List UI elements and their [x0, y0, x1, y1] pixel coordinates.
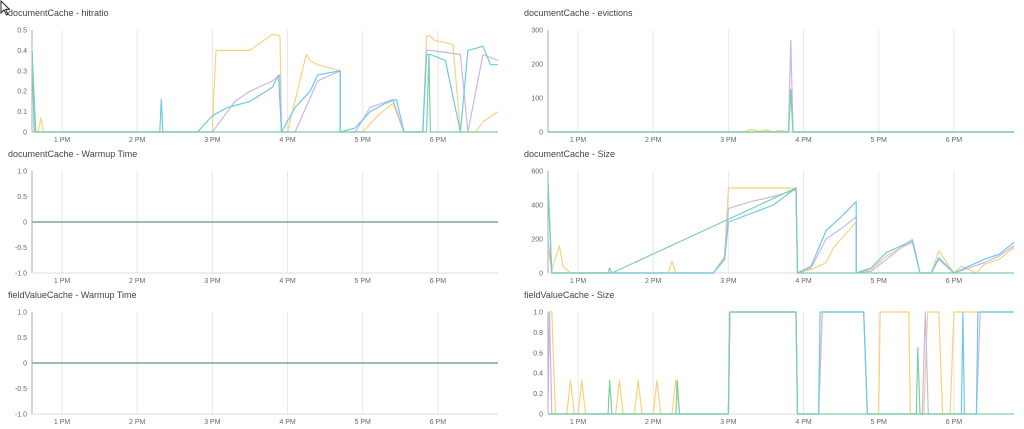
- series-line-cyan: [548, 90, 1014, 133]
- panel-title: fieldValueCache - Size: [524, 290, 615, 300]
- y-tick-label: 0.6: [533, 350, 543, 357]
- x-tick-label: 5 PM: [355, 278, 372, 285]
- y-tick-label: -0.5: [15, 245, 27, 252]
- x-tick-label: 2 PM: [645, 278, 662, 285]
- y-tick-label: 200: [531, 62, 543, 69]
- x-tick-label: 1 PM: [54, 419, 71, 426]
- series-line-purple: [548, 39, 1014, 133]
- y-tick-label: 0: [539, 271, 543, 278]
- x-tick-label: 5 PM: [871, 278, 888, 285]
- panel-title: documentCache - Warmup Time: [8, 149, 138, 159]
- x-tick-label: 4 PM: [795, 137, 812, 144]
- chart-panel-fieldvaluecache-warmup-time: fieldValueCache - Warmup Time 1 PM 2 PM 3 …: [8, 290, 500, 426]
- y-tick-label: 1.0: [17, 310, 27, 317]
- panel-title: documentCache - Size: [524, 149, 616, 159]
- panel-title: fieldValueCache - Warmup Time: [8, 290, 137, 300]
- x-tick-label: 6 PM: [946, 419, 963, 426]
- x-tick-label: 5 PM: [871, 137, 888, 144]
- x-tick-label: 1 PM: [570, 137, 587, 144]
- chart-panel-documentcache-evictions: documentCache - evictions 1 PM 2 PM 3 PM 4 …: [524, 8, 1016, 144]
- chart-panel-fieldvaluecache-size: fieldValueCache - Size 1 PM 2 PM 3 PM 4 PM 5…: [524, 290, 1016, 426]
- line-chart[interactable]: 1 PM 2 PM 3 PM 4 PM 5 PM 6 PM 0 0.2 0.4 0.6 0.8 1.0: [524, 308, 1016, 428]
- x-tick-label: 4 PM: [279, 278, 296, 285]
- series-line-yellow: [547, 187, 1015, 274]
- x-tick-label: 6 PM: [430, 137, 447, 144]
- y-tick-label: 100: [531, 96, 543, 103]
- line-chart[interactable]: 1 PM 2 PM 3 PM 4 PM 5 PM 6 PM 0 200 400 600: [524, 167, 1016, 287]
- x-tick-label: 2 PM: [129, 278, 146, 285]
- y-tick-label: 0.4: [533, 371, 543, 378]
- y-tick-label: 1.0: [533, 310, 543, 317]
- x-tick-label: 4 PM: [795, 278, 812, 285]
- y-tick-label: -1.0: [15, 412, 27, 419]
- y-tick-label: 600: [531, 169, 543, 176]
- y-tick-label: 0: [23, 130, 27, 137]
- x-tick-label: 6 PM: [430, 419, 447, 426]
- panel-title: documentCache - hitratio: [8, 8, 109, 18]
- chart-panel-documentcache-warmup-time: documentCache - Warmup Time 1 PM 2 PM 3 PM…: [8, 149, 500, 285]
- y-tick-label: 200: [531, 237, 543, 244]
- y-tick-label: 0.1: [17, 109, 27, 116]
- line-chart[interactable]: 1 PM 2 PM 3 PM 4 PM 5 PM 6 PM -1.0 -0.5 0 0.5 1.0: [8, 167, 500, 287]
- x-tick-label: 6 PM: [946, 137, 963, 144]
- y-tick-label: 0.4: [17, 48, 27, 55]
- y-tick-label: 400: [531, 203, 543, 210]
- y-tick-label: -0.5: [15, 386, 27, 393]
- chart-panel-documentcache-size: documentCache - Size 1 PM 2 PM 3 PM 4 PM 5 P…: [524, 149, 1016, 285]
- x-tick-label: 5 PM: [871, 419, 888, 426]
- y-tick-label: 0.5: [17, 335, 27, 342]
- x-tick-label: 2 PM: [645, 419, 662, 426]
- x-tick-label: 3 PM: [720, 137, 737, 144]
- x-tick-label: 1 PM: [54, 137, 71, 144]
- y-tick-label: -1.0: [15, 271, 27, 278]
- x-tick-label: 5 PM: [355, 137, 372, 144]
- x-tick-label: 3 PM: [720, 278, 737, 285]
- y-tick-label: 0.8: [533, 330, 543, 337]
- x-tick-label: 6 PM: [430, 278, 447, 285]
- series-line-yellow: [548, 311, 1014, 415]
- line-chart[interactable]: 1 PM 2 PM 3 PM 4 PM 5 PM 6 PM -1.0 -0.5 0 0.5 1.0: [8, 308, 500, 428]
- y-tick-label: 0: [539, 130, 543, 137]
- y-tick-label: 0.3: [17, 68, 27, 75]
- x-tick-label: 3 PM: [720, 419, 737, 426]
- chart-panel-documentcache-hitratio: documentCache - hitratio 1 PM 2 PM 3 PM 4 P…: [8, 8, 500, 144]
- x-tick-label: 2 PM: [129, 419, 146, 426]
- line-chart[interactable]: 1 PM 2 PM 3 PM 4 PM 5 PM 6 PM 0 0.1 0.2 0.3 0.4 0.5: [8, 26, 500, 146]
- x-tick-label: 2 PM: [129, 137, 146, 144]
- x-tick-label: 1 PM: [570, 419, 587, 426]
- x-tick-label: 4 PM: [279, 419, 296, 426]
- line-chart[interactable]: 1 PM 2 PM 3 PM 4 PM 5 PM 6 PM 0 100 200 300: [524, 26, 1016, 146]
- y-tick-label: 0.2: [533, 391, 543, 398]
- series-line-green: [548, 88, 1014, 133]
- y-tick-label: 0: [23, 361, 27, 368]
- series-line-purple: [547, 189, 1015, 274]
- y-tick-label: 0: [539, 412, 543, 419]
- x-tick-label: 6 PM: [946, 278, 963, 285]
- x-tick-label: 3 PM: [204, 419, 221, 426]
- y-tick-label: 0: [23, 220, 27, 227]
- x-tick-label: 4 PM: [279, 137, 296, 144]
- x-tick-label: 3 PM: [204, 137, 221, 144]
- y-tick-label: 0.5: [17, 194, 27, 201]
- x-tick-label: 1 PM: [54, 278, 71, 285]
- y-tick-label: 0.2: [17, 89, 27, 96]
- series-line-cyan: [547, 187, 1015, 274]
- y-tick-label: 300: [531, 28, 543, 35]
- x-tick-label: 2 PM: [645, 137, 662, 144]
- x-tick-label: 3 PM: [204, 278, 221, 285]
- x-tick-label: 5 PM: [355, 419, 372, 426]
- x-tick-label: 1 PM: [570, 278, 587, 285]
- panel-title: documentCache - evictions: [524, 8, 633, 18]
- y-tick-label: 1.0: [17, 169, 27, 176]
- y-tick-label: 0.5: [17, 28, 27, 35]
- x-tick-label: 4 PM: [795, 419, 812, 426]
